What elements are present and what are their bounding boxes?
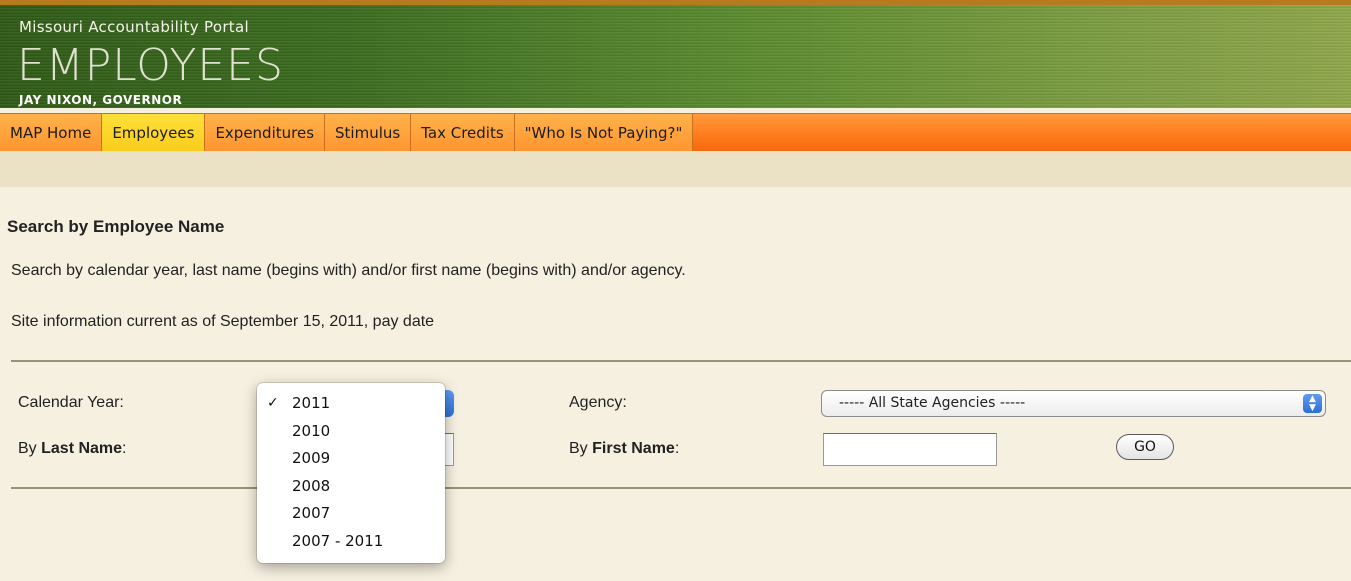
calendar-year-label: Calendar Year: bbox=[18, 394, 124, 411]
agency-selected-value: ----- All State Agencies ----- bbox=[839, 395, 1026, 411]
page-title: Search by Employee Name bbox=[7, 217, 225, 236]
year-dropdown-menu: ✓ 2011 2010 2009 2008 2007 2007 - 2011 bbox=[257, 383, 445, 563]
checkmark-icon: ✓ bbox=[267, 395, 279, 411]
nav-expenditures[interactable]: Expenditures bbox=[205, 114, 326, 152]
form-bottom-divider bbox=[11, 487, 1351, 489]
header-banner: Missouri Accountability Portal EMPLOYEES… bbox=[0, 0, 1351, 108]
portal-name: Missouri Accountability Portal bbox=[19, 18, 249, 36]
agency-select[interactable]: ----- All State Agencies ----- ▲ ▼ bbox=[821, 390, 1326, 417]
year-option-2008[interactable]: 2008 bbox=[257, 473, 445, 501]
nav-stimulus[interactable]: Stimulus bbox=[325, 114, 412, 152]
main-nav: MAP Home Employees Expenditures Stimulus… bbox=[0, 113, 1351, 152]
go-button[interactable]: GO bbox=[1116, 434, 1174, 460]
nav-map-home[interactable]: MAP Home bbox=[0, 114, 103, 152]
nav-employees[interactable]: Employees bbox=[102, 114, 206, 152]
data-currency-note: Site information current as of September… bbox=[11, 313, 435, 330]
year-option-2007[interactable]: 2007 bbox=[257, 500, 445, 528]
sub-nav-bar bbox=[0, 151, 1351, 187]
nav-tax-credits[interactable]: Tax Credits bbox=[411, 114, 515, 152]
first-name-label: By First Name: bbox=[569, 440, 680, 457]
select-arrows-icon: ▲ ▼ bbox=[1303, 394, 1322, 413]
last-name-label: By Last Name: bbox=[18, 440, 127, 457]
year-option-2010[interactable]: 2010 bbox=[257, 418, 445, 446]
year-option-2011[interactable]: ✓ 2011 bbox=[257, 390, 445, 418]
search-description: Search by calendar year, last name (begi… bbox=[11, 262, 686, 279]
nav-who-is-not-paying[interactable]: "Who Is Not Paying?" bbox=[514, 114, 694, 152]
year-option-2009[interactable]: 2009 bbox=[257, 445, 445, 473]
first-name-input[interactable] bbox=[823, 433, 997, 466]
year-option-2007-2011[interactable]: 2007 - 2011 bbox=[257, 528, 445, 556]
form-top-divider bbox=[11, 360, 1351, 362]
agency-label: Agency: bbox=[569, 394, 627, 411]
section-title-logo: EMPLOYEES bbox=[17, 40, 284, 91]
governor-name: JAY NIXON, GOVERNOR bbox=[19, 93, 183, 107]
